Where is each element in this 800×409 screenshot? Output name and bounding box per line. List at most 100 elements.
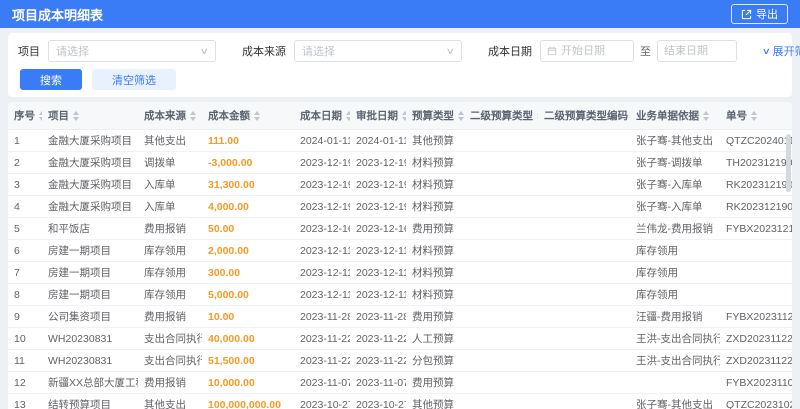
table-cell: 其他预算	[406, 393, 464, 409]
table-cell: 10.00	[202, 305, 294, 328]
table-cell: ZXD20231122002	[720, 327, 792, 350]
filter-item-cost-source: 成本来源 请选择 ∨	[242, 40, 462, 62]
clear-filter-button[interactable]: 清空筛选	[92, 69, 176, 90]
column-header-0: 序号	[8, 102, 42, 130]
table-row: 5 和平饭店 费用报销 50.00 2023-12-16 2023-12-16 费用预算 兰伟…	[8, 217, 792, 240]
table-cell: 2023-12-11	[294, 239, 350, 262]
table-cell: 3	[8, 173, 42, 196]
cost-date-start-picker[interactable]	[540, 40, 634, 62]
column-header-label: 成本金额	[208, 110, 250, 122]
table-cell: 其他支出	[138, 129, 202, 152]
table-header-row: 序号 项目 成本来源 成本金额 成本日期 审批日期 预算类型 二级预算类型 二级预算类型编码 业务…	[8, 102, 792, 130]
column-header-6: 预算类型	[406, 102, 464, 130]
table-row: 6 房建一期项目 库存领用 2,000.00 2023-12-11 2023-12-11 材…	[8, 239, 792, 262]
cost-date-start-input[interactable]	[561, 45, 627, 57]
table-cell	[538, 129, 630, 152]
table-cell: 费用预算	[406, 371, 464, 394]
table-cell: 2023-11-28	[350, 305, 406, 328]
table-cell: 11	[8, 349, 42, 372]
table-cell: 2023-12-19	[350, 173, 406, 196]
cost-date-end-picker[interactable]	[657, 40, 737, 62]
expand-filter-toggle[interactable]: ∨ 展开筛选	[762, 43, 800, 59]
table-cell: 6	[8, 239, 42, 262]
sort-icon[interactable]	[73, 110, 79, 121]
table-cell: 2024-01-11	[350, 129, 406, 152]
table-cell	[538, 327, 630, 350]
table-cell: 房建一期项目	[42, 283, 138, 306]
table-cell	[464, 261, 538, 284]
table-cell: 5,000.00	[202, 283, 294, 306]
table-cell	[464, 349, 538, 372]
sort-icon[interactable]	[703, 110, 709, 121]
export-button[interactable]: 导出	[731, 4, 788, 24]
table-cell: 房建一期项目	[42, 261, 138, 284]
table-cell: 入库单	[138, 173, 202, 196]
table-cell: 王洪-支出合同执行	[630, 349, 720, 372]
table-cell	[464, 129, 538, 152]
table-cell	[538, 195, 630, 218]
table-row: 4 金融大厦采购项目 入库单 4,000.00 2023-12-19 2023-12-19…	[8, 195, 792, 218]
page-title: 项目成本明细表	[12, 7, 104, 23]
sort-icon[interactable]	[537, 110, 538, 121]
table-cell	[538, 305, 630, 328]
sort-icon[interactable]	[254, 110, 260, 121]
table-cell: 2023-11-28	[294, 305, 350, 328]
table-cell: 4	[8, 195, 42, 218]
project-select[interactable]: 请选择 ∨	[48, 40, 216, 62]
table-cell: 材料预算	[406, 261, 464, 284]
chevron-down-icon: ∨	[200, 45, 210, 56]
table-cell: 王洪-支出合同执行	[630, 327, 720, 350]
table-row: 8 房建一期项目 库存领用 5,000.00 2023-12-11 2023-12-11 材…	[8, 283, 792, 306]
sort-icon[interactable]	[458, 110, 464, 121]
table-cell: 2023-10-27	[294, 393, 350, 409]
table-cell: 费用报销	[138, 305, 202, 328]
table-cell: 库存领用	[138, 239, 202, 262]
table-row: 7 房建一期项目 库存领用 300.00 2023-12-11 2023-12-11 材料预…	[8, 261, 792, 284]
search-button[interactable]: 搜索	[20, 69, 82, 90]
table-cell: 金融大厦采购项目	[42, 173, 138, 196]
table-cell: 材料预算	[406, 239, 464, 262]
column-header-label: 二级预算类型	[470, 110, 533, 122]
table-cell: 金融大厦采购项目	[42, 151, 138, 174]
sort-icon[interactable]	[402, 110, 406, 121]
filter-actions: 搜索 清空筛选	[20, 69, 782, 90]
table-cell: 2023-12-19	[350, 195, 406, 218]
sort-icon[interactable]	[39, 110, 42, 121]
table-cell: 5	[8, 217, 42, 240]
table-cell: 2023-12-11	[294, 283, 350, 306]
column-header-7: 二级预算类型	[464, 102, 538, 130]
table-cell: 40,000.00	[202, 327, 294, 350]
table-cell	[538, 283, 630, 306]
column-header-label: 审批日期	[356, 110, 398, 122]
table-cell: 2023-11-22	[350, 327, 406, 350]
table-cell: 调拨单	[138, 151, 202, 174]
sort-icon[interactable]	[346, 110, 350, 121]
table-cell: 2023-11-07	[294, 371, 350, 394]
table-cell: 300.00	[202, 261, 294, 284]
column-header-label: 成本来源	[144, 110, 186, 122]
vertical-scrollbar[interactable]	[786, 132, 791, 409]
table-cell: 2023-12-11	[350, 283, 406, 306]
table-cell: 张子骞-入库单	[630, 173, 720, 196]
table-cell: 费用预算	[406, 305, 464, 328]
table-cell: 13	[8, 393, 42, 409]
table-cell: 9	[8, 305, 42, 328]
table-cell: FYBX20231107001	[720, 371, 792, 394]
sort-icon[interactable]	[190, 110, 196, 121]
table-cell	[464, 173, 538, 196]
sort-icon[interactable]	[751, 110, 757, 121]
table-cell: 张子骞-调拨单	[630, 151, 720, 174]
table-cell: 库存领用	[138, 261, 202, 284]
table-cell: FYBX20231128001	[720, 305, 792, 328]
table-cell: 100,000,000.00	[202, 393, 294, 409]
table-cell: 库存领用	[138, 283, 202, 306]
table-cell: 2023-12-16	[294, 217, 350, 240]
cost-source-select[interactable]: 请选择 ∨	[294, 40, 462, 62]
table-cell: 材料预算	[406, 173, 464, 196]
table-cell	[720, 283, 792, 306]
scrollbar-thumb[interactable]	[786, 134, 791, 192]
cost-date-end-input[interactable]	[664, 45, 730, 57]
table-cell: 4,000.00	[202, 195, 294, 218]
table-cell: 8	[8, 283, 42, 306]
table-cell	[538, 217, 630, 240]
